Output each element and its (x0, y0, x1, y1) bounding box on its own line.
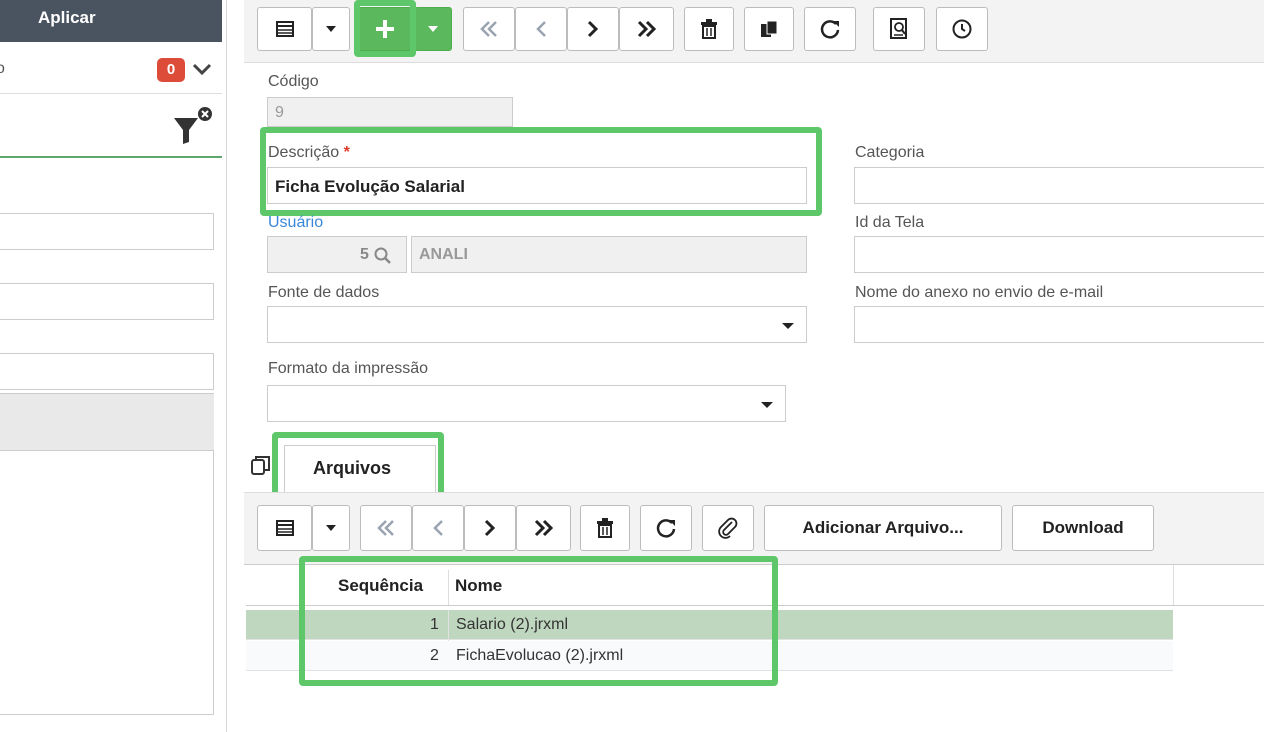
files-refresh-button[interactable] (640, 505, 692, 551)
descricao-label-text: Descrição (268, 144, 340, 161)
caret-down-icon (782, 323, 794, 329)
prev-icon (433, 520, 443, 536)
table-row[interactable]: 2 FichaEvolucao (2).jrxml (246, 641, 1173, 671)
row-file-name: FichaEvolucao (2).jrxml (456, 647, 624, 664)
descricao-field[interactable]: Ficha Evolução Salarial (267, 167, 807, 204)
first-icon (377, 520, 394, 536)
filter-input-3[interactable] (0, 353, 214, 390)
categoria-field[interactable] (854, 167, 1264, 204)
last-record-button[interactable] (619, 7, 674, 51)
first-icon (480, 21, 497, 37)
caret-down-icon (326, 525, 336, 531)
files-first-button[interactable] (360, 505, 412, 551)
fonte-label: Fonte de dados (268, 284, 380, 301)
row-sequence: 1 (430, 616, 439, 633)
usuario-id-value: 5 (360, 246, 369, 263)
files-prev-button[interactable] (412, 505, 464, 551)
grid-icon (275, 520, 294, 536)
last-icon (534, 519, 553, 537)
caret-down-icon (326, 26, 336, 32)
formato-dropdown[interactable] (267, 385, 786, 422)
idtela-label: Id da Tela (855, 214, 925, 231)
table-row[interactable]: 1 Salario (2).jrxml (246, 610, 1173, 640)
next-icon (484, 519, 496, 537)
plus-icon (375, 20, 394, 38)
download-button[interactable]: Download (1012, 505, 1154, 551)
categoria-label: Categoria (855, 144, 925, 161)
paperclip-icon (718, 517, 738, 539)
previous-record-button[interactable] (515, 7, 567, 51)
trash-icon (597, 518, 613, 538)
apply-button[interactable]: Aplicar (0, 0, 222, 42)
files-grid-view-button[interactable] (257, 505, 312, 551)
filter-input-1[interactable] (0, 213, 214, 250)
trash-icon (701, 19, 717, 39)
usuario-id-field[interactable]: 5 (267, 236, 407, 273)
first-record-button[interactable] (463, 7, 515, 51)
view-options-button[interactable] (312, 7, 350, 51)
clear-filter-icon[interactable] (172, 104, 218, 150)
descricao-value: Ficha Evolução Salarial (275, 177, 465, 196)
last-icon (637, 20, 656, 38)
search-icon[interactable] (374, 247, 392, 265)
copy-icon[interactable] (250, 455, 272, 477)
usuario-name-value: ANALI (419, 246, 468, 263)
filter-panel: Aplicar o 0 (0, 0, 227, 732)
clock-icon (952, 19, 972, 39)
refresh-icon (656, 519, 676, 538)
files-attach-button[interactable] (702, 505, 754, 551)
descricao-label: Descrição * (268, 144, 350, 162)
files-view-options-button[interactable] (312, 505, 350, 551)
row-sequence: 2 (430, 647, 439, 664)
next-record-button[interactable] (567, 7, 619, 51)
grid-column-divider (1173, 565, 1174, 605)
caret-down-icon (428, 26, 438, 32)
codigo-value: 9 (275, 104, 284, 121)
tab-arquivos[interactable]: Arquivos (284, 445, 436, 493)
refresh-button[interactable] (804, 7, 856, 51)
codigo-field: 9 (267, 97, 513, 127)
required-marker: * (343, 144, 350, 161)
delete-record-button[interactable] (684, 7, 734, 51)
anexo-label: Nome do anexo no envio de e-mail (855, 284, 1104, 301)
usuario-name-field: ANALI (411, 236, 807, 273)
filter-list[interactable] (0, 451, 214, 715)
history-button[interactable] (936, 7, 988, 51)
next-icon (587, 20, 599, 38)
formato-label: Formato da impressão (268, 360, 429, 377)
filter-list-header (0, 393, 214, 451)
add-record-button[interactable] (356, 7, 413, 51)
refresh-icon (820, 20, 840, 39)
files-last-button[interactable] (516, 505, 571, 551)
report-preview-button[interactable] (873, 7, 925, 51)
report-icon (890, 18, 907, 39)
idtela-field[interactable] (854, 236, 1264, 273)
filter-input-2[interactable] (0, 283, 214, 320)
anexo-field[interactable] (854, 306, 1264, 343)
row-file-name: Salario (2).jrxml (456, 616, 569, 633)
fonte-dropdown[interactable] (267, 306, 807, 343)
duplicate-record-button[interactable] (744, 7, 794, 51)
copy-icon (761, 20, 778, 37)
filter-count-badge: 0 (157, 58, 185, 82)
prev-icon (536, 21, 546, 37)
files-next-button[interactable] (464, 505, 516, 551)
add-options-button[interactable] (414, 7, 452, 51)
add-file-button[interactable]: Adicionar Arquivo... (764, 505, 1002, 551)
codigo-label: Código (268, 73, 319, 90)
chevron-down-icon[interactable] (191, 58, 213, 80)
grid-icon (275, 21, 294, 37)
grid-view-button[interactable] (257, 7, 312, 51)
grid-header-divider (448, 570, 449, 605)
usuario-label[interactable]: Usuário (268, 214, 323, 232)
filter-summary-text: o (0, 60, 5, 77)
filter-summary-row[interactable]: o (0, 46, 222, 94)
files-delete-button[interactable] (580, 505, 630, 551)
caret-down-icon (761, 402, 773, 408)
